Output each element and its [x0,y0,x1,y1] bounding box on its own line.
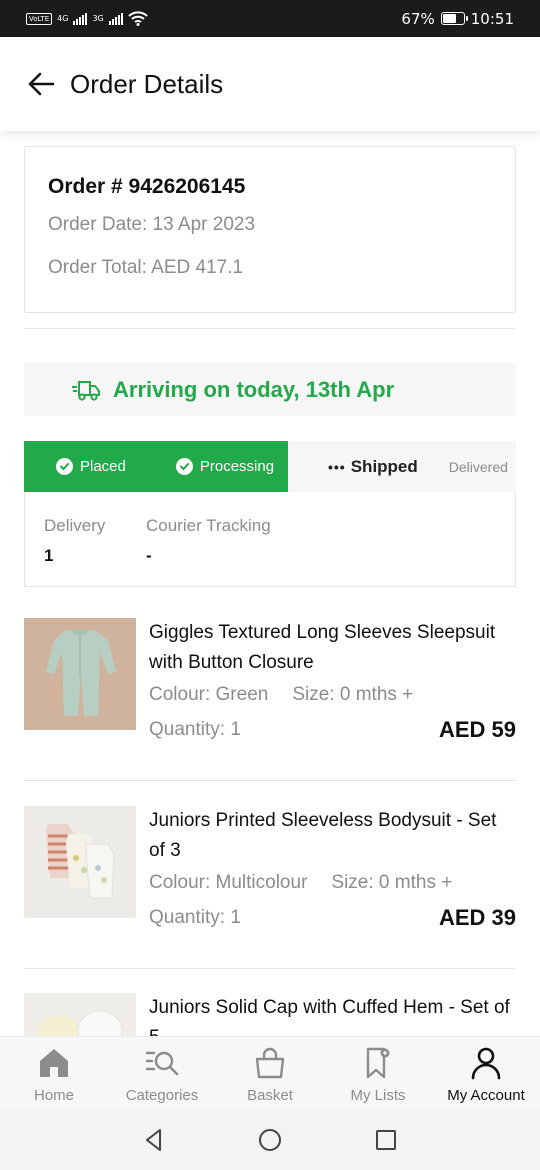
divider [24,328,516,329]
nav-label: Categories [125,1087,199,1104]
in-progress-dots-icon: ••• [328,458,346,475]
page-title: Order Details [70,68,224,99]
arrival-banner: Arriving on today, 13th Apr [24,363,516,416]
step-label: Processing [199,458,275,475]
nav-label: Home [33,1087,74,1104]
order-summary-card: Order # 9426206145 Order Date: 13 Apr 20… [24,146,516,313]
delivery-label: Delivery [44,516,106,535]
step-placed: Placed [56,458,126,475]
nav-categories[interactable]: Categories [108,1037,216,1110]
tracker-completed-section: Placed Processing [24,441,288,492]
home-icon [40,1049,68,1077]
battery-icon [440,12,468,25]
clock: 10:51 [470,9,514,28]
bottom-navigation: Home Categories Basket My Lists My Accou… [0,1036,540,1110]
step-delivered: Delivered [448,458,508,475]
divider [24,968,516,969]
product-quantity: Quantity: 1 [149,907,241,928]
order-progress-tracker: Placed Processing ••• Shipped Delivered [24,441,516,492]
product-size: Size: 0 mths + [331,872,453,893]
signal-strength-icon [73,12,88,25]
check-icon [56,458,73,475]
basket-icon [255,1047,285,1079]
recents-square-icon[interactable] [373,1127,399,1153]
system-navigation-bar [0,1110,540,1170]
delivery-truck-icon [72,381,100,401]
arrow-left-icon[interactable] [26,69,56,99]
nav-label: My Lists [350,1087,406,1104]
courier-tracking-column[interactable]: Courier Tracking - [146,516,271,566]
battery-level [442,14,457,23]
courier-tracking-value: - [146,546,152,565]
product-attributes: Colour: Green Size: 0 mths + [149,684,516,706]
app-header: Order Details [0,37,540,131]
network-indicators: VoLTE 4G 3G [26,11,148,26]
courier-tracking-label: Courier Tracking [146,516,271,535]
step-processing: Processing [175,458,275,475]
product-quantity: Quantity: 1 [149,719,241,740]
bookmark-list-icon [366,1047,390,1079]
step-label: Placed [80,458,126,475]
status-right: 67% 10:51 [401,10,514,28]
check-icon [175,458,193,475]
volte-badge: VoLTE [26,12,53,25]
wifi-icon [128,11,148,26]
arrival-text: Arriving on today, 13th Apr [113,376,395,402]
product-info: Giggles Textured Long Sleeves Sleepsuit … [149,618,516,743]
network-type-1: 4G [57,14,69,23]
nav-home[interactable]: Home [0,1037,108,1110]
back-triangle-icon[interactable] [141,1127,167,1153]
product-size: Size: 0 mths + [292,684,414,705]
signal-strength-icon [108,12,123,25]
status-bar: VoLTE 4G 3G 67% 10:51 [0,0,540,37]
product-qty-price-row: Quantity: 1 AED 39 [149,905,516,931]
product-name[interactable]: Giggles Textured Long Sleeves Sleepsuit … [149,618,516,678]
delivery-info-box: Delivery 1 Courier Tracking - [24,492,516,587]
product-info: Juniors Printed Sleeveless Bodysuit - Se… [149,806,516,931]
nav-basket[interactable]: Basket [216,1037,324,1110]
product-attributes: Colour: Multicolour Size: 0 mths + [149,872,516,894]
categories-search-icon [145,1051,179,1076]
order-total: Order Total: AED 417.1 [48,257,244,278]
nav-label: Basket [247,1087,293,1104]
nav-my-account[interactable]: My Account [432,1037,540,1110]
product-price: AED 59 [438,717,516,742]
account-icon [471,1047,501,1080]
nav-my-lists[interactable]: My Lists [324,1037,432,1110]
order-details-screen: VoLTE 4G 3G 67% 10:51 Order Details Orde… [0,0,540,1170]
order-number: Order # 9426206145 [48,175,246,198]
product-image[interactable] [24,806,136,918]
product-price: AED 39 [438,905,516,930]
delivery-value: 1 [44,546,54,565]
battery-percent: 67% [401,9,435,28]
home-circle-icon[interactable] [257,1127,283,1153]
product-colour: Colour: Multicolour [149,872,308,893]
product-image[interactable] [24,618,136,730]
order-date: Order Date: 13 Apr 2023 [48,214,256,235]
product-qty-price-row: Quantity: 1 AED 59 [149,717,516,743]
order-item[interactable]: Giggles Textured Long Sleeves Sleepsuit … [24,618,516,758]
nav-label: My Account [447,1087,525,1104]
order-item[interactable]: Juniors Printed Sleeveless Bodysuit - Se… [24,806,516,946]
step-shipped: Shipped [350,456,418,476]
product-colour: Colour: Green [149,684,269,705]
delivery-column: Delivery 1 [44,516,105,566]
product-name[interactable]: Juniors Printed Sleeveless Bodysuit - Se… [149,806,516,866]
network-type-2: 3G [92,14,104,23]
divider [24,780,516,781]
tracker-pending-section: ••• Shipped Delivered [288,441,516,492]
